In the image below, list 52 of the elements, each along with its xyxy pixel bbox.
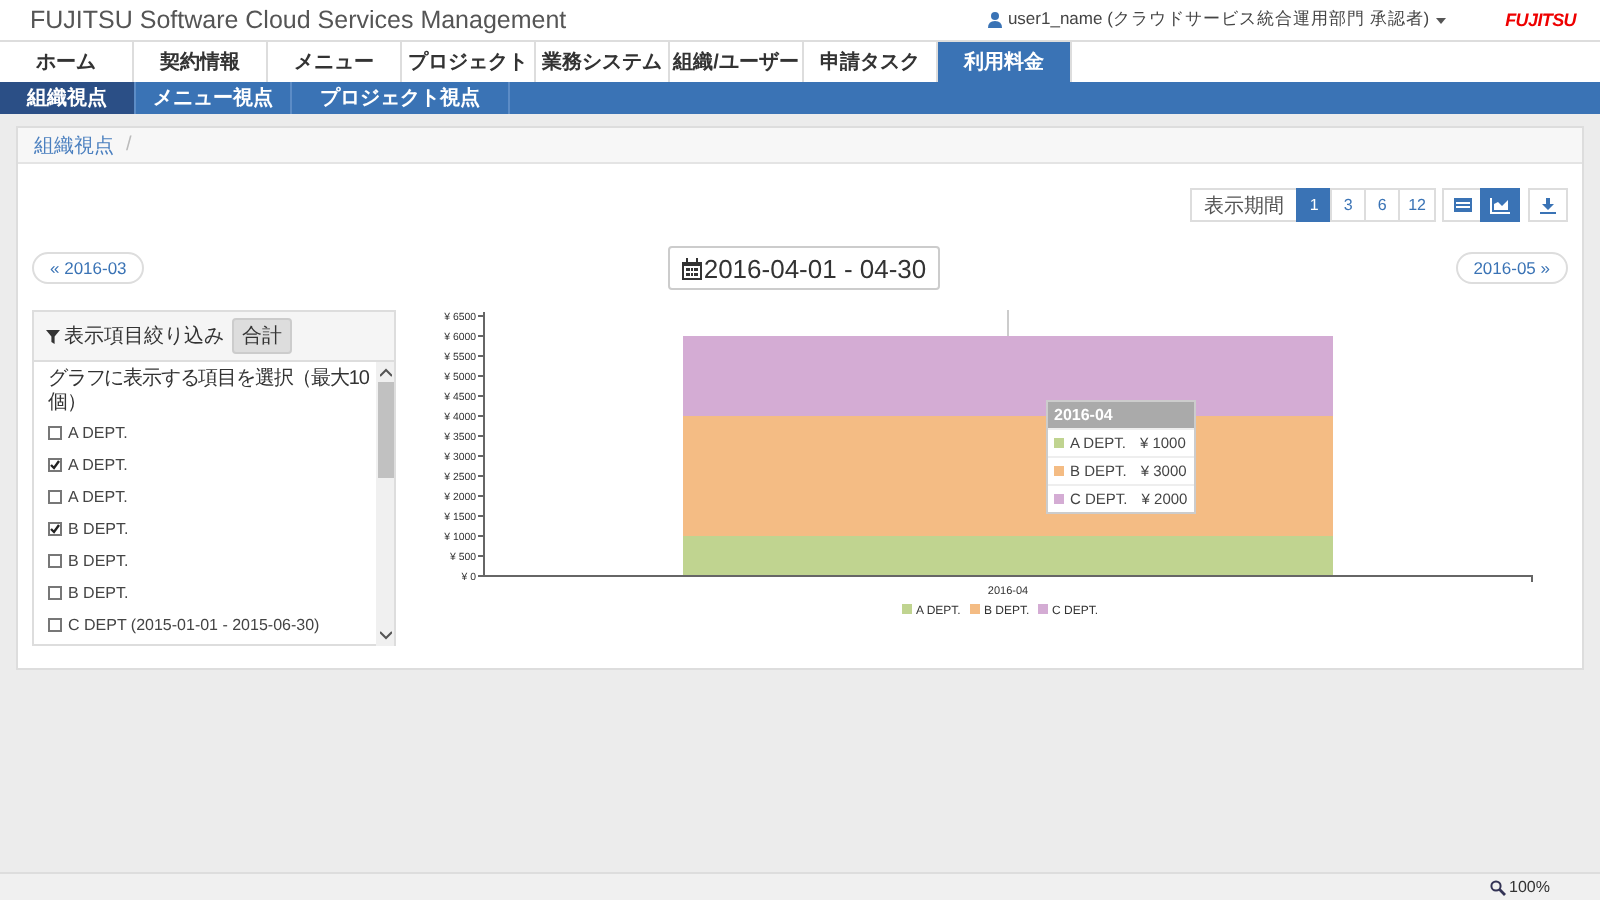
date-range: 2016-04-01 - 04-30 (667, 246, 941, 290)
download-icon (1540, 197, 1556, 213)
filter-item-label: A DEPT. (68, 455, 128, 473)
period-button[interactable]: 6 (1364, 188, 1401, 222)
previous-month-button[interactable]: « 2016-03 (32, 252, 145, 284)
view-button[interactable] (1480, 188, 1520, 222)
app-title: FUJITSU Software Cloud Services Management (30, 6, 569, 34)
nav-tab[interactable]: 利用料金 (938, 42, 1072, 82)
checkbox[interactable] (48, 521, 62, 535)
filter-hint: グラフに表示する項目を選択（最大10個） (48, 368, 371, 416)
sub-tab[interactable]: プロジェクト視点 (292, 82, 510, 114)
zoom-level[interactable]: 100% (1489, 878, 1550, 896)
filter-item-label: A DEPT. (68, 423, 128, 441)
calendar-icon (681, 257, 702, 279)
period-button[interactable]: 1 (1296, 188, 1333, 222)
filter-title: 表示項目絞り込み (46, 322, 224, 350)
next-month-button[interactable]: 2016-05 » (1455, 252, 1568, 284)
tooltip-title: 2016-04 (1048, 402, 1194, 428)
filter-item-label: C DEPT (2015-01-01 - 2015-06-30) (68, 615, 320, 633)
chart-icon (1490, 197, 1510, 213)
filter-icon (46, 329, 60, 343)
download-button[interactable] (1528, 188, 1568, 222)
scroll-up-icon[interactable] (379, 368, 391, 378)
caret-icon (1435, 17, 1446, 23)
period-button[interactable]: 3 (1330, 188, 1367, 222)
tooltip-swatch (1054, 438, 1064, 448)
checkbox[interactable] (48, 585, 62, 599)
user-menu[interactable]: user1_name (クラウドサービス統合運用部門 承認者) (987, 8, 1446, 32)
scrollbar[interactable] (376, 362, 394, 646)
filter-item-label: B DEPT. (68, 519, 129, 537)
breadcrumb-link[interactable]: 組織視点 (34, 131, 114, 159)
sub-tab[interactable]: 組織視点 (0, 82, 136, 114)
sub-tab[interactable]: メニュー視点 (136, 82, 292, 114)
user-icon (987, 12, 1002, 28)
tooltip-swatch (1054, 494, 1064, 504)
checkbox[interactable] (48, 617, 62, 631)
filter-item-label: B DEPT. (68, 583, 129, 601)
tooltip-swatch (1054, 466, 1064, 476)
filter-item-label: A DEPT. (68, 487, 128, 505)
checkbox[interactable] (48, 553, 62, 567)
total-button[interactable]: 合計 (232, 318, 292, 354)
period-label: 表示期間 (1190, 188, 1299, 222)
scroll-down-icon[interactable] (379, 630, 391, 640)
table-icon (1453, 198, 1471, 212)
period-button[interactable]: 12 (1398, 188, 1436, 222)
magnifier-icon (1489, 879, 1506, 895)
breadcrumb-separator: / (126, 134, 132, 156)
company-logo: FUJITSU (1505, 10, 1576, 30)
checkbox[interactable] (48, 489, 62, 503)
filter-item-label: B DEPT. (68, 551, 129, 569)
checkbox[interactable] (48, 457, 62, 471)
checkbox[interactable] (48, 425, 62, 439)
